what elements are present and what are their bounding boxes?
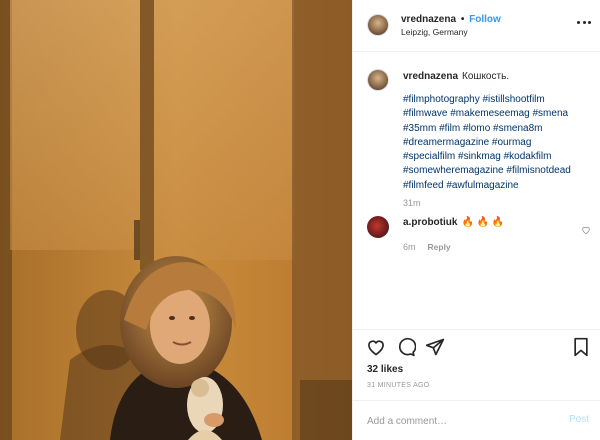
hashtag-line[interactable]: #dreamermagazine #ourmag bbox=[403, 136, 593, 150]
share-icon[interactable] bbox=[425, 337, 445, 357]
caption-line: vrednazena Кошкость. bbox=[403, 71, 509, 82]
comment-text: 🔥 🔥 🔥 bbox=[461, 217, 505, 228]
hashtag-line[interactable]: #filmphotography #istillshootfilm bbox=[403, 93, 593, 107]
commenter-avatar[interactable] bbox=[367, 216, 389, 238]
follow-button[interactable]: Follow bbox=[469, 14, 501, 25]
reply-button[interactable]: Reply bbox=[428, 242, 451, 252]
post-author: vrednazena • Follow bbox=[401, 14, 501, 25]
post-header: vrednazena • Follow Leipzig, Germany bbox=[353, 0, 600, 52]
likes-count[interactable]: 32 likes bbox=[367, 364, 403, 375]
caption-username[interactable]: vrednazena bbox=[403, 71, 458, 82]
comment-line: a.probotiuk 🔥 🔥 🔥 bbox=[403, 217, 504, 228]
location-link[interactable]: Leipzig, Germany bbox=[401, 27, 468, 37]
comment-icon[interactable] bbox=[396, 337, 417, 357]
hashtag-line[interactable]: #filmwave #makemeseemag #smena bbox=[403, 107, 593, 121]
post-button[interactable]: Post bbox=[569, 414, 589, 425]
post-photo[interactable] bbox=[0, 0, 352, 440]
comment-time[interactable]: 6m bbox=[403, 242, 416, 252]
caption-text: Кошкость. bbox=[462, 71, 510, 82]
comment-meta: 6m Reply bbox=[403, 242, 451, 252]
heart-outline-icon[interactable] bbox=[581, 222, 591, 235]
hashtag-line[interactable]: #specialfilm #sinkmag #kodakfilm bbox=[403, 150, 593, 164]
caption-time[interactable]: 31m bbox=[403, 198, 421, 208]
action-bar bbox=[353, 337, 600, 361]
avatar[interactable] bbox=[367, 14, 389, 36]
separator-dot: • bbox=[460, 14, 465, 25]
hashtag-line[interactable]: #35mm #film #lomo #smena8m bbox=[403, 122, 593, 136]
commenter-username[interactable]: a.probotiuk bbox=[403, 217, 457, 228]
post-timestamp: 31 MINUTES AGO bbox=[367, 382, 430, 389]
hashtag-line[interactable]: #filmfeed #awfulmagazine bbox=[403, 179, 593, 193]
hashtag-line[interactable]: #somewheremagazine #filmisnotdead bbox=[403, 164, 593, 178]
more-horizontal-icon[interactable] bbox=[577, 15, 591, 29]
add-comment-bar: Post bbox=[353, 400, 600, 440]
hashtags: #filmphotography #istillshootfilm #filmw… bbox=[403, 93, 593, 193]
comment-input[interactable] bbox=[367, 413, 547, 429]
author-username[interactable]: vrednazena bbox=[401, 14, 456, 25]
divider bbox=[353, 329, 600, 330]
heart-icon[interactable] bbox=[366, 337, 386, 357]
caption-avatar[interactable] bbox=[367, 69, 389, 91]
photo-illustration bbox=[0, 0, 352, 440]
post-panel: vrednazena • Follow Leipzig, Germany vre… bbox=[352, 0, 600, 440]
bookmark-icon[interactable] bbox=[571, 337, 591, 357]
